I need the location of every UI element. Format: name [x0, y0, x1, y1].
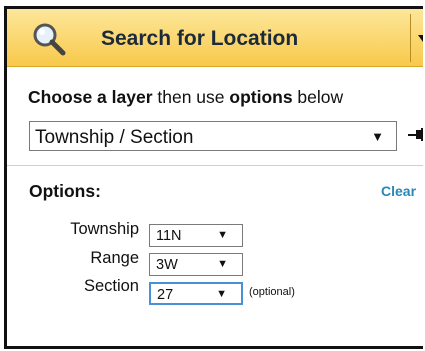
layer-select-value: Township / Section [35, 127, 194, 148]
dropdown-arrow-icon: ▼ [371, 129, 384, 144]
instruction-text: then use [152, 87, 230, 107]
pin-icon[interactable] [407, 126, 423, 144]
section-label: Section [83, 277, 139, 295]
range-select[interactable]: 3W ▼ [149, 253, 243, 276]
collapse-chevron-icon[interactable] [418, 35, 423, 42]
range-label: Range [90, 249, 139, 267]
township-label: Township [70, 220, 139, 238]
township-select-value: 11N [156, 228, 182, 244]
township-select[interactable]: 11N ▼ [149, 224, 243, 247]
search-icon [33, 23, 66, 56]
clear-link[interactable]: Clear [381, 183, 416, 199]
dropdown-arrow-icon: ▼ [216, 288, 227, 300]
panel-title: Search for Location [101, 27, 299, 50]
options-heading: Options: [29, 181, 101, 201]
search-panel: Search for Location Choose a layer then … [4, 6, 423, 349]
layer-select[interactable]: Township / Section ▼ [29, 121, 397, 151]
section-select[interactable]: 27 ▼ [149, 282, 243, 305]
layer-instructions: Choose a layer then use options below [28, 87, 343, 108]
section-divider [7, 165, 423, 166]
header-separator [410, 14, 411, 62]
section-select-value: 27 [157, 287, 174, 303]
instruction-text-end: below [292, 87, 344, 107]
dropdown-arrow-icon: ▼ [217, 258, 228, 270]
instruction-bold-layer: Choose a layer [28, 87, 153, 107]
panel-header[interactable]: Search for Location [7, 9, 423, 67]
range-select-value: 3W [156, 257, 178, 273]
instruction-bold-options: options [229, 87, 293, 107]
dropdown-arrow-icon: ▼ [217, 229, 228, 241]
section-optional-hint: (optional) [249, 286, 295, 298]
